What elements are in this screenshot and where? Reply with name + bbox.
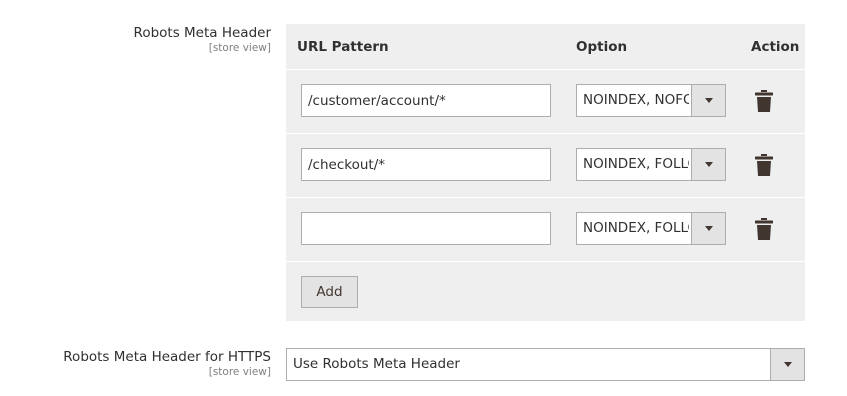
table-row: NOINDEX, FOLLOW bbox=[286, 197, 805, 261]
dropdown-button[interactable] bbox=[691, 85, 725, 116]
scope-note: [store view] bbox=[208, 42, 271, 54]
caret-down-icon bbox=[705, 98, 713, 103]
table-row: NOINDEX, FOLLOW bbox=[286, 133, 805, 197]
option-select[interactable]: NOINDEX, FOLLOW bbox=[576, 212, 726, 245]
url-pattern-input[interactable] bbox=[301, 148, 551, 181]
column-header-action: Action bbox=[751, 39, 800, 55]
robots-meta-header-https-select[interactable]: Use Robots Meta Header bbox=[286, 348, 805, 381]
caret-down-icon bbox=[784, 362, 792, 367]
grid-header: URL Pattern Option Action bbox=[286, 24, 805, 69]
option-select-value: NOINDEX, FOLLOW bbox=[583, 156, 689, 172]
dropdown-button[interactable] bbox=[691, 149, 725, 180]
column-header-url-pattern: URL Pattern bbox=[297, 39, 389, 55]
trash-icon[interactable] bbox=[755, 154, 773, 176]
robots-meta-header-https-label: Robots Meta Header for HTTPS [store view… bbox=[63, 349, 271, 378]
option-select-value: NOINDEX, NOFOLLOW bbox=[583, 92, 689, 108]
add-row-button[interactable]: Add bbox=[301, 276, 358, 308]
robots-meta-header-label: Robots Meta Header [store view] bbox=[134, 25, 271, 54]
dropdown-button[interactable] bbox=[770, 349, 804, 380]
caret-down-icon bbox=[705, 162, 713, 167]
dropdown-button[interactable] bbox=[691, 213, 725, 244]
trash-icon[interactable] bbox=[755, 218, 773, 240]
trash-icon[interactable] bbox=[755, 90, 773, 112]
field-label-text: Robots Meta Header for HTTPS bbox=[63, 349, 271, 365]
option-select[interactable]: NOINDEX, FOLLOW bbox=[576, 148, 726, 181]
caret-down-icon bbox=[705, 226, 713, 231]
field-label-text: Robots Meta Header bbox=[133, 25, 271, 41]
column-header-option: Option bbox=[576, 39, 628, 55]
scope-note: [store view] bbox=[208, 366, 271, 378]
url-pattern-input[interactable] bbox=[301, 212, 551, 245]
table-row: NOINDEX, NOFOLLOW bbox=[286, 69, 805, 133]
option-select[interactable]: NOINDEX, NOFOLLOW bbox=[576, 84, 726, 117]
grid-footer: Add bbox=[286, 261, 805, 321]
option-select-value: NOINDEX, FOLLOW bbox=[583, 220, 689, 236]
https-select-value: Use Robots Meta Header bbox=[293, 356, 460, 372]
robots-meta-header-grid: URL Pattern Option Action NOINDEX, NOFOL… bbox=[286, 24, 805, 321]
url-pattern-input[interactable] bbox=[301, 84, 551, 117]
